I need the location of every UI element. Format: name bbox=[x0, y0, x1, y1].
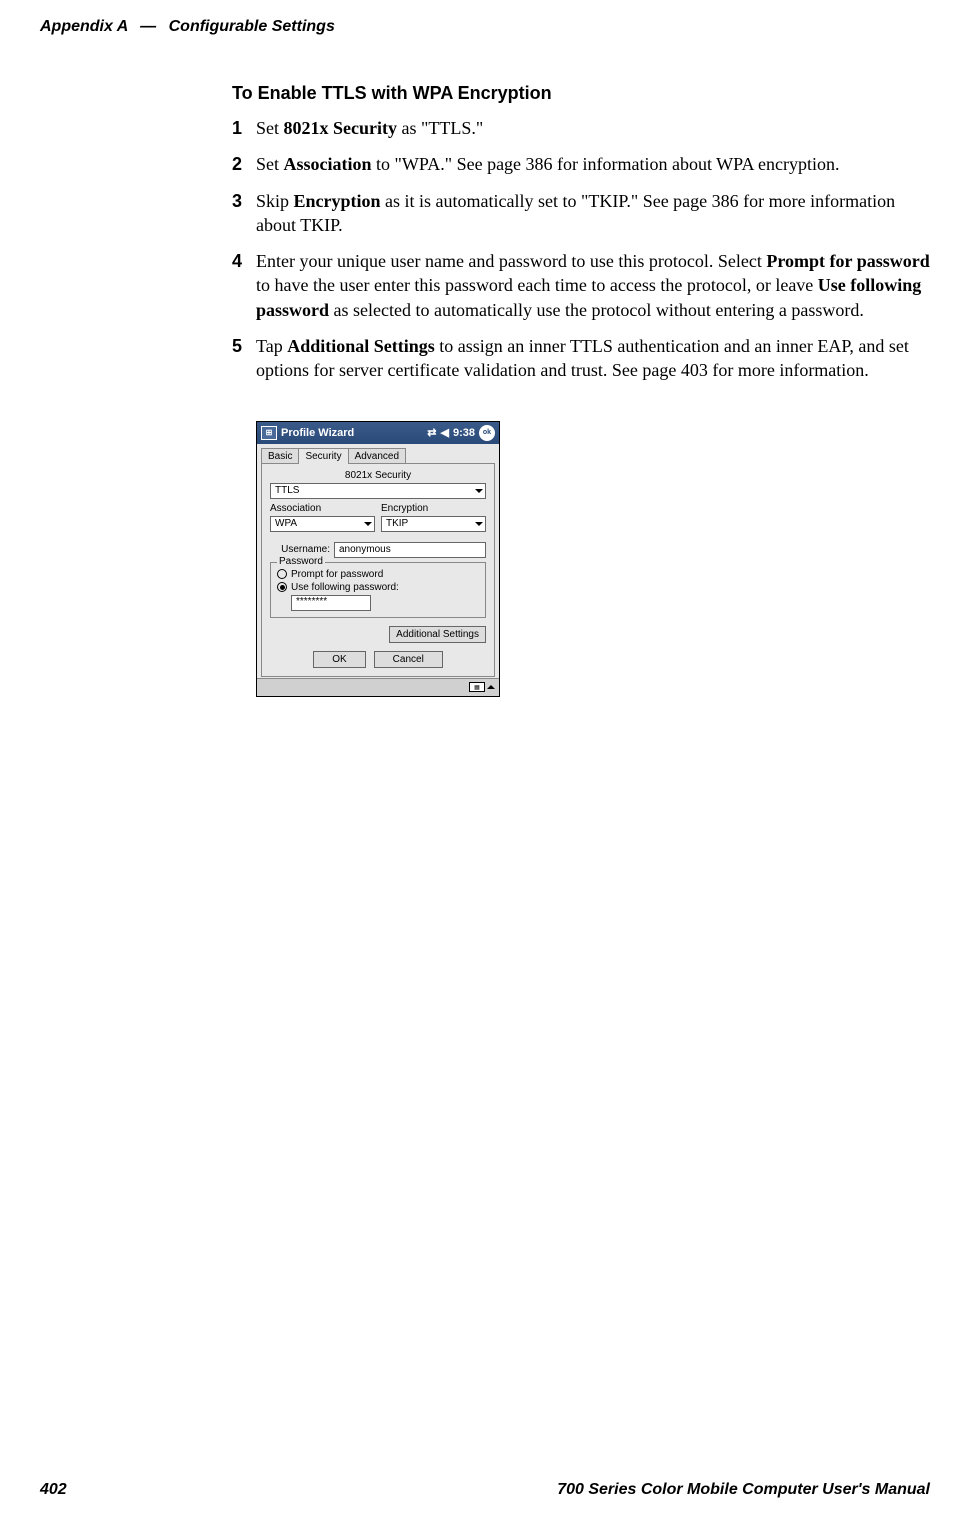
page-number: 402 bbox=[40, 1481, 67, 1499]
security-dropdown[interactable]: TTLS bbox=[270, 483, 486, 499]
embedded-screenshot: ⊞ Profile Wizard ⇄ ◀ 9:38 ok Basic Secur… bbox=[256, 421, 930, 697]
profile-wizard-window: ⊞ Profile Wizard ⇄ ◀ 9:38 ok Basic Secur… bbox=[256, 421, 500, 697]
ok-button-titlebar[interactable]: ok bbox=[479, 425, 495, 441]
item-text: Set Association to "WPA." See page 386 f… bbox=[256, 152, 930, 176]
taskbar: ▦ bbox=[257, 678, 499, 696]
association-col: Association WPA bbox=[270, 503, 375, 532]
tab-advanced[interactable]: Advanced bbox=[348, 448, 406, 464]
bottom-buttons: OK Cancel bbox=[270, 651, 486, 668]
section-heading: To Enable TTLS with WPA Encryption bbox=[232, 83, 930, 104]
window-body: Basic Security Advanced 8021x Security T… bbox=[257, 444, 499, 678]
additional-settings-button[interactable]: Additional Settings bbox=[389, 626, 486, 643]
manual-title: 700 Series Color Mobile Computer User's … bbox=[557, 1481, 930, 1499]
keyboard-icon[interactable]: ▦ bbox=[469, 682, 485, 692]
connectivity-icon[interactable]: ⇄ bbox=[427, 426, 436, 439]
chevron-down-icon bbox=[475, 522, 483, 526]
use-following-label: Use following password: bbox=[291, 582, 399, 593]
list-item-4: 4 Enter your unique user name and passwo… bbox=[232, 249, 930, 322]
cancel-button[interactable]: Cancel bbox=[374, 651, 443, 668]
up-arrow-icon[interactable] bbox=[487, 685, 495, 689]
chevron-down-icon bbox=[475, 489, 483, 493]
header-title: Configurable Settings bbox=[169, 18, 335, 35]
radio-unchecked-icon[interactable] bbox=[277, 569, 287, 579]
list-item-2: 2 Set Association to "WPA." See page 386… bbox=[232, 152, 930, 176]
header-dash: — bbox=[140, 18, 156, 35]
page-footer: 402 700 Series Color Mobile Computer Use… bbox=[40, 1481, 930, 1499]
list-item-3: 3 Skip Encryption as it is automatically… bbox=[232, 189, 930, 238]
tabs-row: Basic Security Advanced bbox=[261, 448, 495, 464]
radio-checked-icon[interactable] bbox=[277, 582, 287, 592]
clock-time: 9:38 bbox=[453, 427, 475, 439]
speaker-icon[interactable]: ◀ bbox=[441, 426, 449, 439]
start-flag-icon[interactable]: ⊞ bbox=[261, 426, 277, 440]
tab-content: 8021x Security TTLS Association WPA bbox=[261, 463, 495, 677]
appendix-label: Appendix A bbox=[40, 18, 128, 35]
tab-basic[interactable]: Basic bbox=[261, 448, 299, 464]
prompt-label: Prompt for password bbox=[291, 569, 383, 580]
item-number: 2 bbox=[232, 152, 256, 176]
item-text: Skip Encryption as it is automatically s… bbox=[256, 189, 930, 238]
numbered-list: 1 Set 8021x Security as "TTLS." 2 Set As… bbox=[232, 116, 930, 383]
use-following-radio-row[interactable]: Use following password: bbox=[277, 582, 479, 593]
username-label: Username: bbox=[270, 544, 330, 555]
list-item-1: 1 Set 8021x Security as "TTLS." bbox=[232, 116, 930, 140]
encryption-label: Encryption bbox=[381, 503, 486, 514]
item-number: 3 bbox=[232, 189, 256, 238]
list-item-5: 5 Tap Additional Settings to assign an i… bbox=[232, 334, 930, 383]
username-input[interactable]: anonymous bbox=[334, 542, 486, 558]
item-text: Set 8021x Security as "TTLS." bbox=[256, 116, 930, 140]
titlebar-right: ⇄ ◀ 9:38 ok bbox=[427, 425, 495, 441]
item-text: Enter your unique user name and password… bbox=[256, 249, 930, 322]
assoc-enc-row: Association WPA Encryption TKIP bbox=[270, 503, 486, 532]
prompt-radio-row[interactable]: Prompt for password bbox=[277, 569, 479, 580]
page-header: Appendix A — Configurable Settings bbox=[40, 18, 335, 36]
item-number: 5 bbox=[232, 334, 256, 383]
association-label: Association bbox=[270, 503, 375, 514]
main-content: To Enable TTLS with WPA Encryption 1 Set… bbox=[232, 83, 930, 697]
titlebar: ⊞ Profile Wizard ⇄ ◀ 9:38 ok bbox=[257, 422, 499, 444]
item-text: Tap Additional Settings to assign an inn… bbox=[256, 334, 930, 383]
password-input[interactable]: ******** bbox=[291, 595, 371, 611]
chevron-down-icon bbox=[364, 522, 372, 526]
association-dropdown[interactable]: WPA bbox=[270, 516, 375, 532]
ok-button[interactable]: OK bbox=[313, 651, 365, 668]
security-label: 8021x Security bbox=[270, 470, 486, 481]
encryption-dropdown[interactable]: TKIP bbox=[381, 516, 486, 532]
item-number: 1 bbox=[232, 116, 256, 140]
password-fieldset: Password Prompt for password Use followi… bbox=[270, 562, 486, 618]
item-number: 4 bbox=[232, 249, 256, 322]
encryption-col: Encryption TKIP bbox=[381, 503, 486, 532]
window-title: Profile Wizard bbox=[281, 427, 354, 439]
password-legend: Password bbox=[277, 556, 325, 567]
tab-security[interactable]: Security bbox=[298, 448, 348, 464]
